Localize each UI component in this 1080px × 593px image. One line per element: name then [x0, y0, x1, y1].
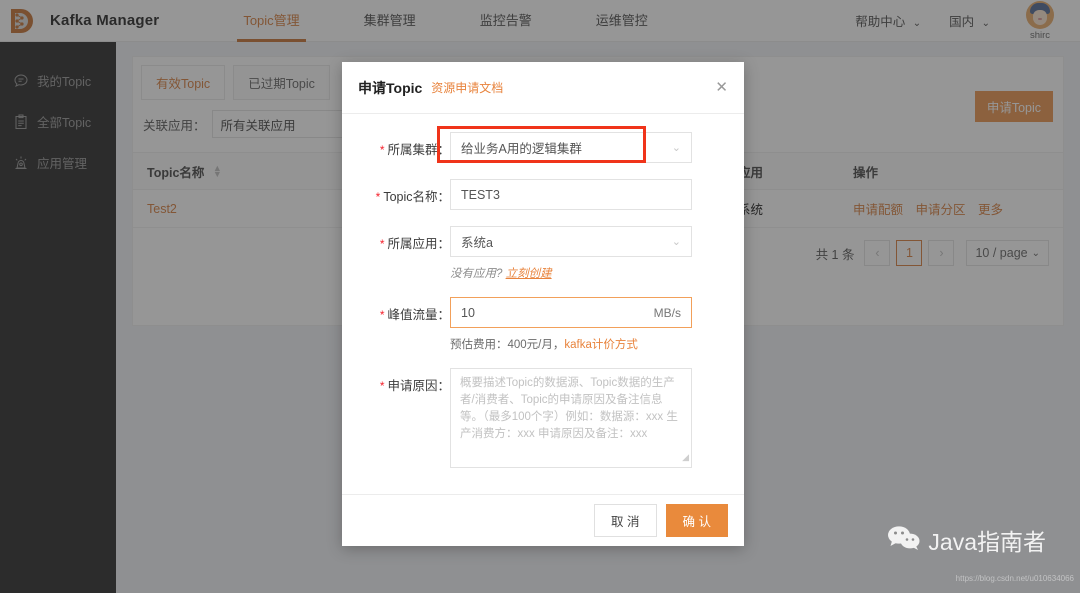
app-root: Kafka Manager Topic管理 集群管理 监控告警 运维管控 帮助中…	[0, 0, 1080, 593]
create-app-link[interactable]: 立刻创建	[506, 268, 552, 280]
field-cluster: * 所属集群： 给业务A用的逻辑集群 ⌄	[358, 132, 728, 163]
field-peak-flow: * 峰值流量： 10 MB/s 预估费用：400元/月，kafka计价方式	[358, 297, 728, 352]
modal-footer: 取 消 确 认	[342, 494, 744, 546]
field-app-label: * 所属应用：	[358, 226, 450, 252]
field-topic-name: * Topic名称： TEST3	[358, 179, 728, 210]
topic-name-input[interactable]: TEST3	[450, 179, 692, 210]
field-peak-flow-label: * 峰值流量：	[358, 297, 450, 323]
required-mark: *	[379, 237, 385, 251]
peak-flow-note: 预估费用：400元/月，kafka计价方式	[450, 336, 728, 352]
field-reason: * 申请原因： 概要描述Topic的数据源、Topic数据的生产者/消费者、Top…	[358, 368, 728, 468]
app-hint: 没有应用? 立刻创建	[450, 265, 728, 281]
field-topic-name-label: * Topic名称：	[358, 179, 450, 205]
cluster-select[interactable]: 给业务A用的逻辑集群 ⌄	[450, 132, 692, 163]
cancel-button[interactable]: 取 消	[594, 504, 657, 537]
label-text: 申请原因：	[387, 379, 450, 393]
watermark-url: https://blog.csdn.net/u010634066	[955, 574, 1074, 583]
wechat-icon	[886, 524, 922, 557]
required-mark: *	[379, 308, 385, 322]
modal-body: * 所属集群： 给业务A用的逻辑集群 ⌄ * Topic名称： TEST3 * …	[342, 114, 744, 488]
topic-name-value: TEST3	[461, 187, 500, 202]
confirm-button[interactable]: 确 认	[665, 504, 728, 537]
app-value: 系统a	[461, 236, 493, 250]
modal-header: 申请Topic 资源申请文档 ✕	[342, 62, 744, 114]
resize-grip-icon[interactable]: ◢	[682, 449, 689, 466]
field-app: * 所属应用： 系统a ⌄ 没有应用? 立刻创建	[358, 226, 728, 281]
required-mark: *	[379, 143, 385, 157]
label-text: 所属应用：	[387, 237, 450, 251]
app-select[interactable]: 系统a ⌄	[450, 226, 692, 257]
required-mark: *	[375, 190, 381, 204]
app-hint-text: 没有应用?	[450, 268, 506, 280]
label-text: 所属集群：	[387, 143, 450, 157]
chevron-down-icon: ⌄	[671, 236, 681, 248]
close-icon[interactable]: ✕	[715, 80, 728, 95]
field-cluster-label: * 所属集群：	[358, 132, 450, 158]
peak-flow-input[interactable]: 10 MB/s	[450, 297, 692, 328]
required-mark: *	[379, 379, 385, 393]
cluster-value: 给业务A用的逻辑集群	[461, 142, 582, 156]
label-text: 峰值流量：	[387, 308, 450, 322]
resource-doc-link[interactable]: 资源申请文档	[431, 79, 503, 96]
reason-textarea[interactable]: 概要描述Topic的数据源、Topic数据的生产者/消费者、Topic的申请原因…	[450, 368, 692, 468]
apply-topic-modal: 申请Topic 资源申请文档 ✕ * 所属集群： 给业务A用的逻辑集群 ⌄ * To…	[342, 62, 744, 546]
reason-placeholder: 概要描述Topic的数据源、Topic数据的生产者/消费者、Topic的申请原因…	[460, 377, 678, 440]
peak-flow-value: 10	[461, 305, 475, 320]
kafka-pricing-link[interactable]: kafka计价方式	[564, 339, 638, 351]
estimated-cost-text: 预估费用：400元/月，	[450, 339, 565, 351]
label-text: Topic名称：	[383, 190, 450, 204]
watermark: Java指南者	[886, 523, 1046, 557]
modal-title: 申请Topic	[358, 79, 423, 96]
chevron-down-icon: ⌄	[671, 142, 681, 154]
peak-flow-unit: MB/s	[653, 305, 681, 320]
watermark-text: Java指南者	[928, 529, 1046, 555]
field-reason-label: * 申请原因：	[358, 368, 450, 394]
